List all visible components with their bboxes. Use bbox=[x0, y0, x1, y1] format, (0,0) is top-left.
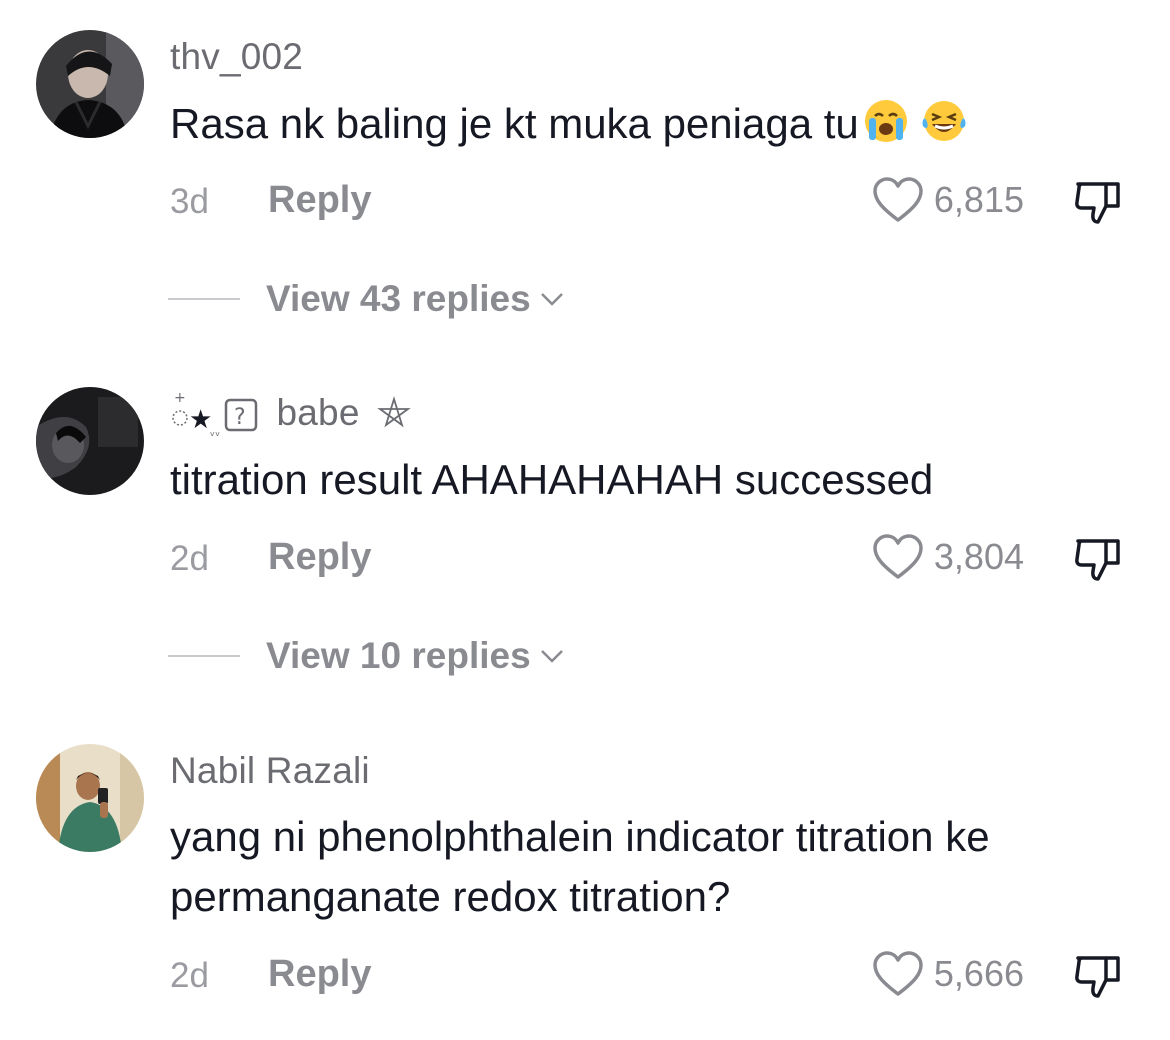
svg-text:ᵥᵥ: ᵥᵥ bbox=[210, 425, 220, 438]
heart-outline-icon bbox=[873, 951, 923, 996]
avatar[interactable] bbox=[36, 30, 144, 138]
reply-button[interactable]: Reply bbox=[268, 179, 371, 222]
comment-text-line-2: permanganate redox titration? bbox=[170, 873, 731, 920]
view-replies-button[interactable]: View 43 replies bbox=[168, 278, 565, 320]
divider-line bbox=[168, 655, 240, 657]
comment-timestamp: 2d bbox=[170, 956, 209, 995]
avatar[interactable] bbox=[36, 744, 144, 852]
username[interactable]: thv_002 bbox=[170, 36, 303, 78]
chevron-down-icon bbox=[540, 293, 563, 306]
view-replies-label: View 43 replies bbox=[266, 278, 531, 319]
star-symbol: ★ bbox=[189, 405, 213, 435]
comment-text: titration result AHAHAHAHAH successed bbox=[170, 456, 934, 503]
chevron-down-icon bbox=[540, 650, 563, 663]
avatar[interactable] bbox=[36, 387, 144, 495]
divider-line bbox=[168, 298, 240, 300]
like-count: 3,804 bbox=[933, 536, 1024, 577]
comment-timestamp: 3d bbox=[170, 182, 209, 221]
username-text: babe bbox=[276, 392, 360, 433]
like-count: 5,666 bbox=[933, 953, 1024, 994]
pentagram-icon bbox=[377, 395, 411, 428]
heart-outline-icon bbox=[873, 177, 923, 222]
thumbs-down-icon[interactable] bbox=[1072, 950, 1124, 1002]
comment-text-body: Rasa nk baling je kt muka peniaga tu bbox=[170, 100, 859, 147]
svg-text:?: ? bbox=[234, 405, 246, 430]
comment-timestamp: 2d bbox=[170, 539, 209, 578]
comment-text-line-1: yang ni phenolphthalein indicator titrat… bbox=[170, 813, 990, 860]
like-button[interactable]: 5,666 bbox=[872, 950, 1024, 998]
face-with-tears-of-joy-emoji bbox=[922, 101, 966, 141]
comment-text: Rasa nk baling je kt muka peniaga tu bbox=[170, 94, 1150, 154]
decorative-symbols-icon: + ★ ᵥᵥ ? bbox=[172, 390, 258, 438]
svg-text:+: + bbox=[174, 390, 186, 406]
username[interactable]: + ★ ᵥᵥ ? babe bbox=[170, 388, 412, 438]
heart-outline-icon bbox=[873, 534, 923, 579]
view-replies-label: View 10 replies bbox=[266, 635, 531, 676]
view-replies-button[interactable]: View 10 replies bbox=[168, 635, 565, 677]
reply-button[interactable]: Reply bbox=[268, 536, 371, 579]
thumbs-down-icon[interactable] bbox=[1072, 533, 1124, 585]
thumbs-down-icon[interactable] bbox=[1072, 176, 1124, 228]
like-count: 6,815 bbox=[933, 179, 1024, 220]
like-button[interactable]: 6,815 bbox=[872, 176, 1024, 224]
loudly-crying-face-emoji bbox=[864, 100, 907, 142]
username[interactable]: Nabil Razali bbox=[170, 750, 370, 792]
like-button[interactable]: 3,804 bbox=[872, 533, 1024, 581]
reply-button[interactable]: Reply bbox=[268, 953, 371, 996]
